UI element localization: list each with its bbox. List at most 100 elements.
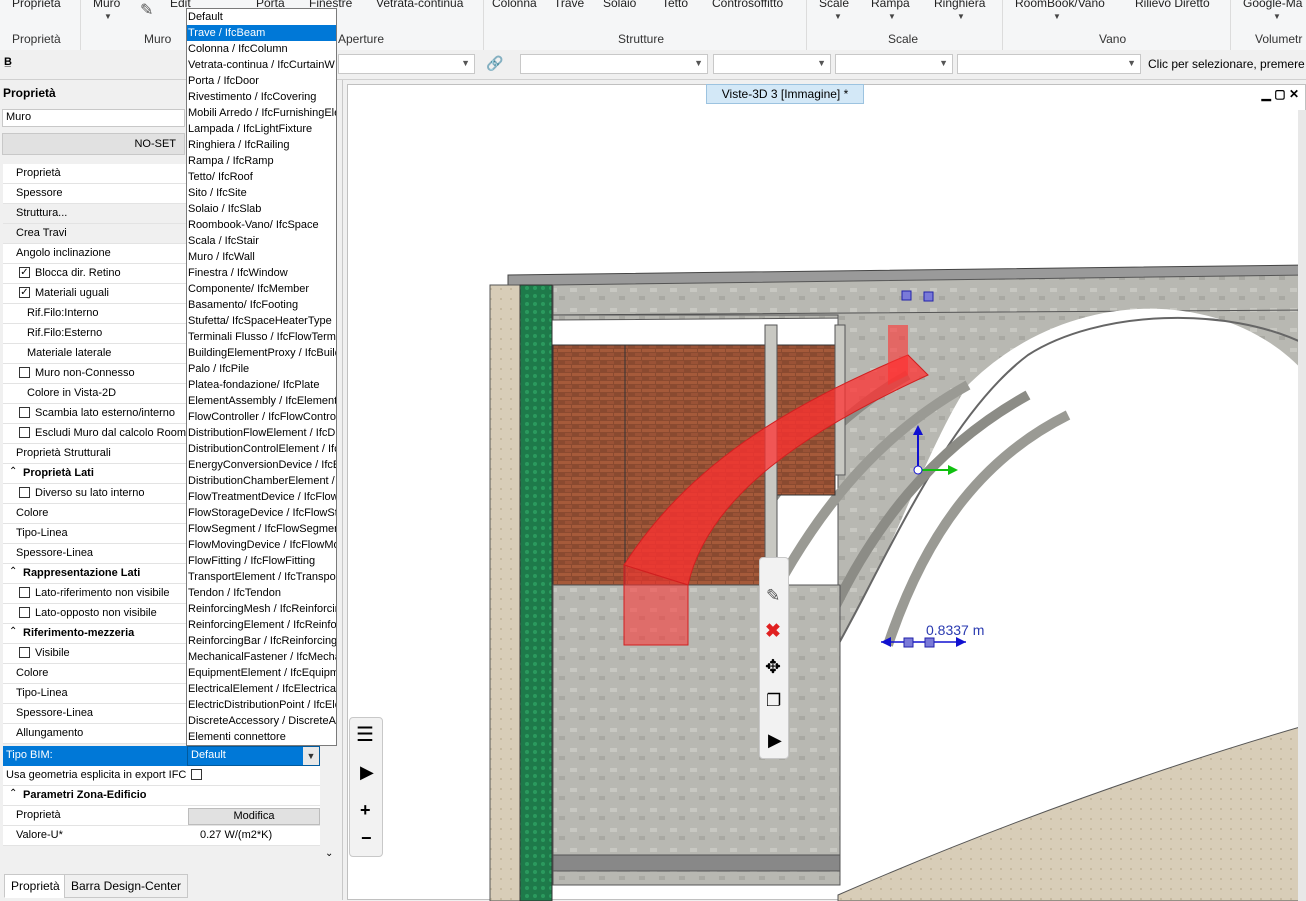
checkbox[interactable] (19, 427, 30, 438)
ribbon-button-tetto[interactable]: Tetto (662, 0, 688, 10)
ribbon-button-scale[interactable]: Scale (819, 0, 849, 10)
chevron-down-icon[interactable]: ▼ (104, 12, 112, 21)
dropdown-option[interactable]: DistributionChamberElement / I (187, 473, 336, 489)
dropdown-option[interactable]: FlowFitting / IfcFlowFitting (187, 553, 336, 569)
dropdown-option[interactable]: FlowController / IfcFlowControl (187, 409, 336, 425)
dropdown-option[interactable]: Componente/ IfcMember (187, 281, 336, 297)
dropdown-option[interactable]: EnergyConversionDevice / IfcE (187, 457, 336, 473)
collapse-icon[interactable]: ⌃ (9, 788, 17, 799)
dropdown-option[interactable]: FlowSegment / IfcFlowSegmen (187, 521, 336, 537)
chevron-down-icon[interactable]: ▼ (1053, 12, 1061, 21)
copy-icon[interactable]: ❐ (766, 691, 781, 711)
ribbon-button-google-maps[interactable]: Google-Ma (1243, 0, 1302, 10)
dropdown-option[interactable]: Ringhiera / IfcRailing (187, 137, 336, 153)
tab-design-center[interactable]: Barra Design-Center (64, 874, 189, 898)
dropdown-option[interactable]: Lampada / IfcLightFixture (187, 121, 336, 137)
dropdown-option[interactable]: ElectricalElement / IfcElectricalE (187, 681, 336, 697)
ribbon-button-proprieta[interactable]: Proprietà (12, 0, 61, 10)
dropdown-option[interactable]: Rampa / IfcRamp (187, 153, 336, 169)
ribbon-button-rilievo[interactable]: Rilievo Diretto (1135, 0, 1210, 10)
dropdown-option[interactable]: Palo / IfcPile (187, 361, 336, 377)
dropdown-option[interactable]: BuildingElementProxy / IfcBuildi (187, 345, 336, 361)
dropdown-option[interactable]: FlowMovingDevice / IfcFlowMo (187, 537, 336, 553)
chevron-down-icon[interactable]: ▼ (834, 12, 842, 21)
dropdown-option[interactable]: DistributionFlowElement / IfcDis (187, 425, 336, 441)
play-icon[interactable]: ▶ (360, 762, 374, 783)
layer-combo[interactable]: ▼ (338, 54, 475, 74)
dropdown-option[interactable]: Porta / IfcDoor (187, 73, 336, 89)
zoom-out-icon[interactable]: − (361, 828, 372, 849)
chevron-down-icon[interactable]: ▼ (303, 747, 319, 765)
ribbon-button-rampa[interactable]: Rampa (871, 0, 910, 10)
ribbon-button-colonna[interactable]: Colonna (492, 0, 537, 10)
collapse-icon[interactable]: ⌃ (9, 466, 17, 477)
dropdown-option[interactable]: Trave / IfcBeam (187, 25, 336, 41)
move-icon[interactable]: ✥ (765, 656, 781, 679)
color-combo[interactable]: ▼ (835, 54, 953, 74)
dropdown-option[interactable]: Tetto/ IfcRoof (187, 169, 336, 185)
dropdown-option[interactable]: Default (187, 9, 336, 25)
element-name-field[interactable]: Muro (2, 109, 185, 127)
noset-button[interactable]: NO-SET (2, 133, 185, 155)
chevron-down-icon[interactable]: ▼ (957, 12, 965, 21)
command-combo[interactable]: ▼ (957, 54, 1141, 74)
view-tab[interactable]: Viste-3D 3 [Immagine] * (706, 84, 864, 104)
modifica-button[interactable]: Modifica (188, 808, 320, 825)
delete-icon[interactable]: ✖ (765, 620, 781, 643)
ribbon-button-trave[interactable]: Trave (554, 0, 584, 10)
tipo-bim-row[interactable]: Tipo BIM: (3, 746, 187, 766)
viewport-3d[interactable]: 0.8337 m ▁ ▢ ✕ (347, 84, 1306, 901)
chevron-down-icon[interactable]: ▼ (888, 12, 896, 21)
linetype-combo[interactable]: ▼ (713, 54, 831, 74)
pencil-icon[interactable]: ✎ (766, 586, 780, 606)
play-icon[interactable]: ▶ (768, 730, 782, 751)
dropdown-option[interactable]: Elementi connettore (187, 729, 336, 745)
dropdown-option[interactable]: FlowStorageDevice / IfcFlowSt (187, 505, 336, 521)
scroll-down-icon[interactable]: ⌄ (325, 848, 333, 859)
checkbox[interactable] (19, 487, 30, 498)
dropdown-option[interactable]: MechanicalFastener / IfcMecha (187, 649, 336, 665)
tipo-bim-select[interactable]: Default ▼ (187, 746, 320, 766)
valore-u-value[interactable]: 0.27 W/(m2*K) (200, 829, 272, 841)
collapse-icon[interactable]: ⌃ (9, 566, 17, 577)
pen-combo[interactable]: ▼ (520, 54, 708, 74)
dropdown-option[interactable]: ReinforcingMesh / IfcReinforcin (187, 601, 336, 617)
dropdown-option[interactable]: EquipmentElement / IfcEquipme (187, 665, 336, 681)
dropdown-option[interactable]: Muro / IfcWall (187, 249, 336, 265)
checkbox[interactable]: ✓ (19, 287, 30, 298)
dropdown-option[interactable]: ElementAssembly / IfcElementA (187, 393, 336, 409)
dropdown-option[interactable]: Stufetta/ IfcSpaceHeaterType (187, 313, 336, 329)
ifc-explicit-checkbox[interactable] (191, 769, 202, 780)
dropdown-option[interactable]: Colonna / IfcColumn (187, 41, 336, 57)
checkbox[interactable]: ✓ (19, 267, 30, 278)
ribbon-button-solaio[interactable]: Solaio (603, 0, 636, 10)
dropdown-option[interactable]: Finestra / IfcWindow (187, 265, 336, 281)
ribbon-button-controsoffitto[interactable]: Controsoffitto (712, 0, 783, 10)
bim-type-dropdown[interactable]: Default Trave / IfcBeam Colonna / IfcColum… (186, 8, 337, 746)
dropdown-option[interactable]: Roombook-Vano/ IfcSpace (187, 217, 336, 233)
ribbon-button-roombook[interactable]: RoomBook/Vano (1015, 0, 1105, 10)
dropdown-option[interactable]: ReinforcingBar / IfcReinforcingE (187, 633, 336, 649)
dropdown-option[interactable]: Vetrata-continua / IfcCurtainW (187, 57, 336, 73)
minimize-icon[interactable]: ▁ (1262, 87, 1271, 101)
ribbon-button-ringhiera[interactable]: Ringhiera (934, 0, 985, 10)
maximize-icon[interactable]: ▢ (1274, 87, 1285, 101)
dropdown-option[interactable]: DistributionControlElement / Ifc (187, 441, 336, 457)
zoom-in-icon[interactable]: + (360, 800, 371, 821)
dropdown-option[interactable]: Rivestimento / IfcCovering (187, 89, 336, 105)
pencil-icon[interactable]: ✎ (140, 0, 153, 20)
dropdown-option[interactable]: Solaio / IfcSlab (187, 201, 336, 217)
dropdown-option[interactable]: Mobili Arredo / IfcFurnishingEle (187, 105, 336, 121)
dropdown-option[interactable]: ReinforcingElement / IfcReinfor (187, 617, 336, 633)
collapse-icon[interactable]: ⌃ (9, 626, 17, 637)
window-controls[interactable]: ▁ ▢ ✕ (1262, 87, 1299, 101)
checkbox[interactable] (19, 607, 30, 618)
dropdown-option[interactable]: FlowTreatmentDevice / IfcFlow (187, 489, 336, 505)
list-icon[interactable]: ☰ (356, 722, 374, 747)
checkbox[interactable] (19, 407, 30, 418)
chevron-down-icon[interactable]: ▼ (1273, 12, 1281, 21)
link-icon[interactable]: 🔗 (486, 55, 503, 72)
dropdown-option[interactable]: Tendon / IfcTendon (187, 585, 336, 601)
tab-proprieta[interactable]: Proprietà (4, 874, 67, 898)
dropdown-option[interactable]: ElectricDistributionPoint / IfcEle (187, 697, 336, 713)
